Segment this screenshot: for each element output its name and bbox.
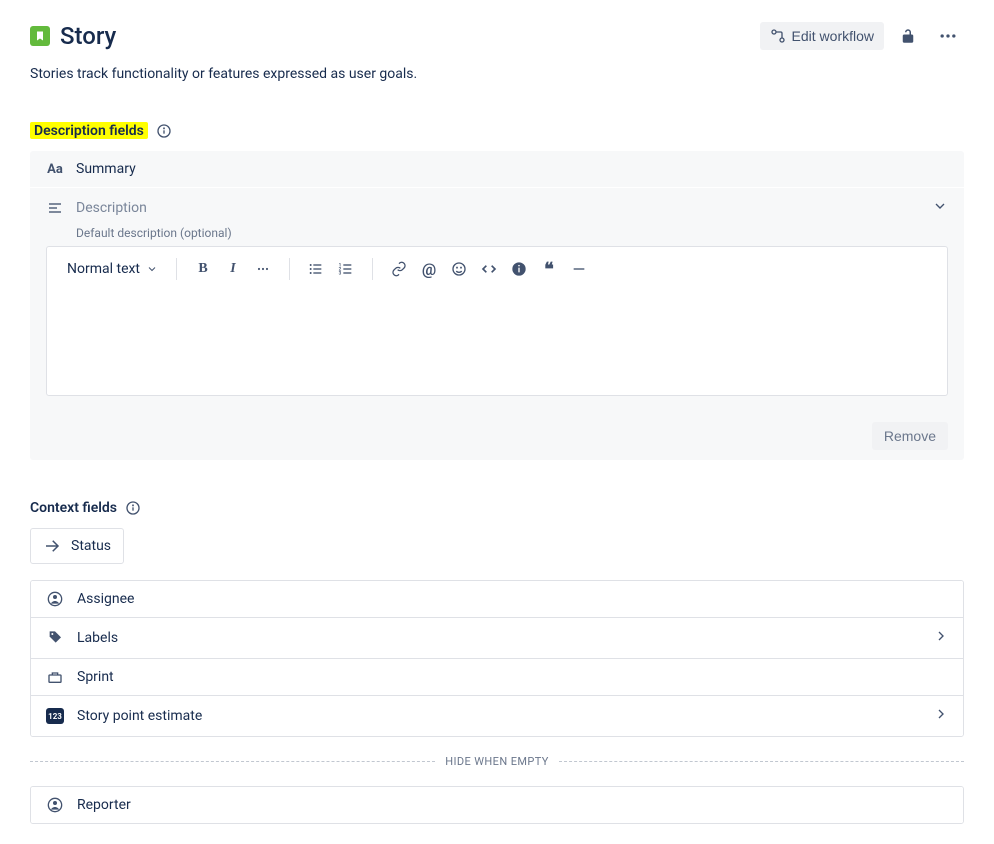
description-fields-heading: Description fields <box>30 122 172 139</box>
info-panel-button[interactable] <box>505 255 533 283</box>
rich-text-editor: Normal text B I 123 <box>46 246 948 396</box>
more-formatting-button[interactable] <box>249 255 277 283</box>
context-fields-list-2: Reporter <box>30 786 964 824</box>
code-button[interactable] <box>475 255 503 283</box>
description-field-block: Description Default description (optiona… <box>30 188 964 412</box>
toolbar-separator <box>176 258 177 280</box>
numbered-list-icon: 123 <box>338 261 354 277</box>
text-style-label: Normal text <box>67 261 140 277</box>
edit-workflow-button[interactable]: Edit workflow <box>760 22 884 50</box>
divider-button[interactable] <box>565 255 593 283</box>
more-icon <box>255 261 271 277</box>
page-subtitle: Stories track functionality or features … <box>30 66 964 82</box>
toolbar-separator <box>289 258 290 280</box>
mention-button[interactable]: @ <box>415 255 443 283</box>
tag-icon <box>45 630 65 646</box>
editor-textarea[interactable] <box>47 291 947 395</box>
paragraph-icon <box>46 200 64 216</box>
context-fields-heading: Context fields <box>30 500 141 516</box>
more-icon <box>938 26 958 46</box>
assignee-row[interactable]: Assignee <box>31 581 963 617</box>
header-actions: Edit workflow <box>760 20 964 52</box>
chevron-right-icon <box>933 628 949 648</box>
collapse-toggle[interactable] <box>932 198 948 218</box>
story-icon <box>30 26 50 46</box>
horizontal-rule-icon <box>571 261 587 277</box>
chevron-right-icon <box>933 706 949 726</box>
editor-toolbar: Normal text B I 123 <box>47 247 947 291</box>
context-fields-label: Context fields <box>30 500 117 516</box>
default-description-hint: Default description (optional) <box>76 226 948 240</box>
edit-workflow-label: Edit workflow <box>792 28 874 44</box>
code-icon <box>481 261 497 277</box>
story-point-estimate-row[interactable]: 123 Story point estimate <box>31 695 963 736</box>
sprint-row[interactable]: Sprint <box>31 658 963 695</box>
info-icon[interactable] <box>156 123 172 139</box>
text-style-dropdown[interactable]: Normal text <box>57 261 164 277</box>
reporter-row[interactable]: Reporter <box>31 787 963 823</box>
chevron-down-icon <box>146 263 158 275</box>
summary-label: Summary <box>76 161 136 177</box>
description-field-head[interactable]: Description <box>46 198 948 226</box>
link-button[interactable] <box>385 255 413 283</box>
unlock-icon <box>899 27 917 45</box>
link-icon <box>391 261 407 277</box>
italic-button[interactable]: I <box>219 255 247 283</box>
info-filled-icon <box>511 261 527 277</box>
summary-field-row[interactable]: Aa Summary <box>30 151 964 188</box>
status-field[interactable]: Status <box>30 528 124 564</box>
more-button[interactable] <box>932 20 964 52</box>
hide-when-empty-label: HIDE WHEN EMPTY <box>445 755 549 768</box>
workflow-icon <box>770 28 786 44</box>
labels-label: Labels <box>77 630 921 646</box>
numbered-list-button[interactable]: 123 <box>332 255 360 283</box>
sprint-label: Sprint <box>77 669 949 685</box>
description-panel-footer: Remove <box>30 412 964 460</box>
person-icon <box>45 797 65 813</box>
person-icon <box>45 591 65 607</box>
remove-button[interactable]: Remove <box>872 422 948 450</box>
emoji-button[interactable] <box>445 255 473 283</box>
page-title: Story <box>60 22 116 50</box>
number-icon: 123 <box>45 708 65 724</box>
hide-when-empty-divider: HIDE WHEN EMPTY <box>30 755 964 768</box>
context-fields-list: Assignee Labels Sprint 123 Story point e… <box>30 580 964 737</box>
toolbar-separator <box>372 258 373 280</box>
bullet-list-button[interactable] <box>302 255 330 283</box>
info-icon[interactable] <box>125 500 141 516</box>
description-label: Description <box>76 200 920 216</box>
svg-text:3: 3 <box>339 270 342 276</box>
emoji-icon <box>451 261 467 277</box>
status-label: Status <box>71 538 111 554</box>
sprint-icon <box>45 669 65 685</box>
quote-button[interactable]: ❝ <box>535 255 563 283</box>
bold-button[interactable]: B <box>189 255 217 283</box>
reporter-label: Reporter <box>77 797 949 813</box>
arrow-right-icon <box>43 537 61 555</box>
assignee-label: Assignee <box>77 591 949 607</box>
labels-row[interactable]: Labels <box>31 617 963 658</box>
description-panel: Aa Summary Description Default descripti… <box>30 151 964 460</box>
lock-button[interactable] <box>892 20 924 52</box>
text-icon: Aa <box>46 162 64 177</box>
description-fields-label: Description fields <box>30 122 148 139</box>
chevron-down-icon <box>932 198 948 214</box>
bullet-list-icon <box>308 261 324 277</box>
header-left: Story <box>30 22 116 50</box>
page-header: Story Edit workflow <box>30 20 964 52</box>
story-point-estimate-label: Story point estimate <box>77 708 921 724</box>
